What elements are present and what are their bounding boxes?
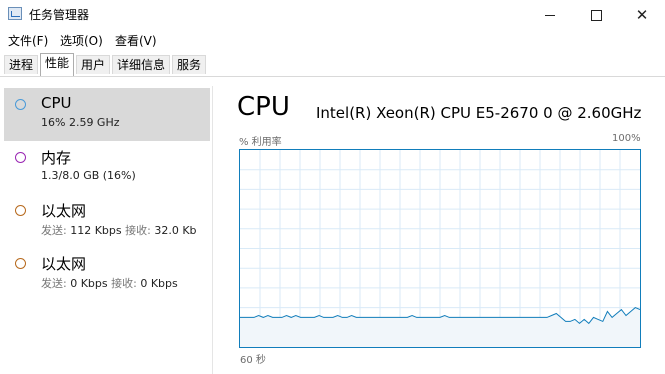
close-icon: ✕: [635, 5, 649, 24]
sidebar-item-detail: 发送: 112 Kbps 接收: 32.0 Kb: [41, 222, 197, 238]
receive-label: 接收:: [111, 277, 137, 290]
send-value: 0 Kbps: [70, 277, 108, 290]
cpu-utilization-chart: [239, 149, 641, 348]
task-manager-app-icon: [8, 7, 22, 20]
cpu-model: Intel(R) Xeon(R) CPU E5-2670 0 @ 2.60GHz: [316, 104, 642, 122]
menu-bar: 文件(F) 选项(O) 查看(V): [0, 30, 665, 50]
sidebar-item-memory[interactable]: 内存 1.3/8.0 GB (16%): [4, 141, 210, 194]
detail-title: CPU: [237, 92, 290, 122]
sidebar-item-name: 内存: [41, 149, 72, 167]
tab-strip: 进程 性能 用户 详细信息 服务: [0, 52, 665, 77]
menu-options[interactable]: 选项(O): [60, 32, 103, 49]
x-axis-label: 60 秒: [240, 355, 266, 366]
send-label: 发送:: [41, 224, 67, 237]
minimize-button[interactable]: [527, 0, 573, 30]
memory-indicator-icon: [15, 152, 26, 163]
tab-details[interactable]: 详细信息: [112, 55, 171, 74]
maximize-button[interactable]: [573, 0, 619, 30]
receive-value: 0 Kbps: [140, 277, 178, 290]
tab-services[interactable]: 服务: [172, 55, 207, 74]
resource-sidebar: CPU 16% 2.59 GHz 内存 1.3/8.0 GB (16%) 以太网…: [0, 86, 213, 374]
receive-value: 32.0 Kb: [154, 224, 197, 237]
sidebar-item-name: 以太网: [41, 255, 87, 273]
close-button[interactable]: ✕: [619, 0, 665, 30]
send-value: 112 Kbps: [70, 224, 122, 237]
window-title: 任务管理器: [29, 8, 90, 22]
tab-performance[interactable]: 性能: [40, 53, 75, 76]
menu-view[interactable]: 查看(V): [115, 32, 157, 49]
y-axis-max-label: 100%: [612, 133, 641, 144]
maximize-icon: [590, 9, 602, 21]
cpu-indicator-icon: [15, 99, 26, 110]
menu-file[interactable]: 文件(F): [8, 32, 48, 49]
sidebar-item-ethernet-2[interactable]: 以太网 发送: 0 Kbps 接收: 0 Kbps: [4, 247, 210, 300]
receive-label: 接收:: [125, 224, 151, 237]
sidebar-item-ethernet-1[interactable]: 以太网 发送: 112 Kbps 接收: 32.0 Kb: [4, 194, 210, 247]
sidebar-item-name: CPU: [41, 94, 72, 112]
tab-users[interactable]: 用户: [76, 55, 111, 74]
title-bar: 任务管理器 ✕: [0, 0, 665, 30]
ethernet-indicator-icon: [15, 258, 26, 269]
sidebar-item-cpu[interactable]: CPU 16% 2.59 GHz: [4, 88, 210, 141]
minimize-icon: [545, 14, 555, 16]
sidebar-item-name: 以太网: [41, 202, 87, 220]
sidebar-item-detail: 1.3/8.0 GB (16%): [41, 169, 136, 182]
sidebar-item-detail: 16% 2.59 GHz: [41, 116, 120, 129]
chart-canvas: [240, 150, 640, 347]
y-axis-label: % 利用率: [239, 137, 282, 148]
tab-processes[interactable]: 进程: [4, 55, 39, 74]
sidebar-item-detail: 发送: 0 Kbps 接收: 0 Kbps: [41, 275, 178, 291]
ethernet-indicator-icon: [15, 205, 26, 216]
send-label: 发送:: [41, 277, 67, 290]
